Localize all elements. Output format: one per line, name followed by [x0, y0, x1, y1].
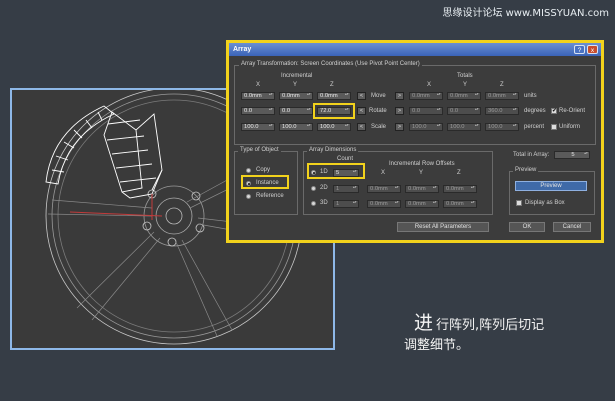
count-1d-highlight: [307, 163, 365, 179]
move-tot-y[interactable]: 0.0mm: [447, 92, 481, 100]
offset-axis-y: Y: [419, 170, 424, 176]
move-tot-x[interactable]: 0.0mm: [409, 92, 443, 100]
scale-inc-x[interactable]: 100.0: [241, 123, 275, 131]
dialog-title-bar[interactable]: Array: [229, 43, 601, 56]
scale-tot-x[interactable]: 100.0: [409, 123, 443, 131]
scale-inc-y[interactable]: 100.0: [279, 123, 313, 131]
scale-tot-y[interactable]: 100.0: [447, 123, 481, 131]
dim-2d-label: 2D: [320, 185, 328, 191]
offset-axis-x: X: [381, 170, 386, 176]
count-label: Count: [337, 156, 354, 162]
dim-3d-label: 3D: [320, 200, 328, 206]
ok-button[interactable]: OK: [509, 222, 545, 232]
close-button[interactable]: x: [587, 45, 598, 54]
rotate-left-arrow[interactable]: <: [357, 107, 366, 115]
uniform-label: Uniform: [559, 124, 581, 130]
rotate-z-highlight: [313, 103, 355, 119]
inc-axis-y: Y: [293, 82, 298, 88]
reference-radio[interactable]: [246, 194, 251, 199]
preview-group: [509, 171, 595, 215]
uniform-checkbox[interactable]: [551, 124, 557, 130]
preview-group-label: Preview: [513, 167, 539, 173]
caption-line-2: 调整细节。: [404, 338, 470, 353]
move-label: Move: [371, 93, 386, 99]
array-dialog: Array ? x Array Transformation: Screen C…: [226, 40, 604, 243]
total-in-array-value: 5: [554, 151, 590, 159]
offset-2d-z[interactable]: 0.0mm: [443, 185, 477, 193]
array-dimensions-label: Array Dimensions: [307, 147, 359, 153]
row-offsets-label: Incremental Row Offsets: [389, 161, 455, 167]
display-as-box-label: Display as Box: [525, 200, 565, 206]
rotate-label: Rotate: [369, 108, 387, 114]
move-inc-z[interactable]: 0.0mm: [317, 92, 351, 100]
dim-3d-radio[interactable]: [311, 201, 316, 206]
copy-radio[interactable]: [246, 168, 251, 173]
caption-big-char: 进: [414, 312, 434, 334]
watermark: 思缘设计论坛 www.MISSYUAN.com: [442, 8, 609, 19]
instance-highlight: [241, 175, 289, 189]
scale-right-arrow[interactable]: >: [395, 123, 404, 131]
move-left-arrow[interactable]: <: [357, 92, 366, 100]
cancel-button[interactable]: Cancel: [553, 222, 591, 232]
reference-label: Reference: [256, 193, 284, 199]
rotate-tot-x[interactable]: 0.0: [409, 107, 443, 115]
move-inc-y[interactable]: 0.0mm: [279, 92, 313, 100]
dim-2d-radio[interactable]: [311, 186, 316, 191]
count-3d-input[interactable]: 1: [333, 200, 359, 208]
total-in-array-label: Total in Array:: [513, 152, 550, 158]
rotate-inc-x[interactable]: 0.0: [241, 107, 275, 115]
copy-label: Copy: [256, 167, 271, 173]
offset-3d-z[interactable]: 0.0mm: [443, 200, 477, 208]
move-right-arrow[interactable]: >: [395, 92, 404, 100]
scale-label: Scale: [371, 124, 387, 130]
move-unit: units: [524, 93, 537, 99]
inc-axis-z: Z: [330, 82, 334, 88]
dialog-title: Array: [233, 46, 252, 53]
rotate-right-arrow[interactable]: >: [395, 107, 404, 115]
tot-axis-y: Y: [463, 82, 468, 88]
preview-button[interactable]: Preview: [515, 181, 587, 191]
incremental-label: Incremental: [281, 73, 313, 79]
offset-3d-x[interactable]: 0.0mm: [367, 200, 401, 208]
tot-axis-z: Z: [500, 82, 504, 88]
caption-line-1: 行阵列,阵列后切记: [436, 318, 545, 333]
offset-axis-z: Z: [457, 170, 461, 176]
move-tot-z[interactable]: 0.0mm: [485, 92, 519, 100]
totals-label: Totals: [457, 73, 473, 79]
move-inc-x[interactable]: 0.0mm: [241, 92, 275, 100]
rotate-tot-y[interactable]: 0.0: [447, 107, 481, 115]
offset-2d-y[interactable]: 0.0mm: [405, 185, 439, 193]
rotate-inc-y[interactable]: 0.0: [279, 107, 313, 115]
offset-3d-y[interactable]: 0.0mm: [405, 200, 439, 208]
tot-axis-x: X: [427, 82, 432, 88]
inc-axis-x: X: [256, 82, 261, 88]
re-orient-label: Re-Orient: [559, 108, 586, 114]
offset-2d-x[interactable]: 0.0mm: [367, 185, 401, 193]
scale-left-arrow[interactable]: <: [357, 123, 366, 131]
type-of-object-label: Type of Object: [238, 147, 281, 153]
count-2d-input[interactable]: 1: [333, 185, 359, 193]
scale-unit: percent: [524, 124, 545, 130]
re-orient-checkbox[interactable]: ✔: [551, 108, 557, 114]
transformation-group-label: Array Transformation: Screen Coordinates…: [239, 61, 422, 67]
rotate-unit: degrees: [524, 108, 546, 114]
help-button[interactable]: ?: [574, 45, 585, 54]
scale-tot-z[interactable]: 100.0: [485, 123, 519, 131]
reset-all-parameters-button[interactable]: Reset All Parameters: [397, 222, 489, 232]
display-as-box-checkbox[interactable]: [516, 200, 522, 206]
scale-inc-z[interactable]: 100.0: [317, 123, 351, 131]
rotate-tot-z[interactable]: 360.0: [485, 107, 519, 115]
